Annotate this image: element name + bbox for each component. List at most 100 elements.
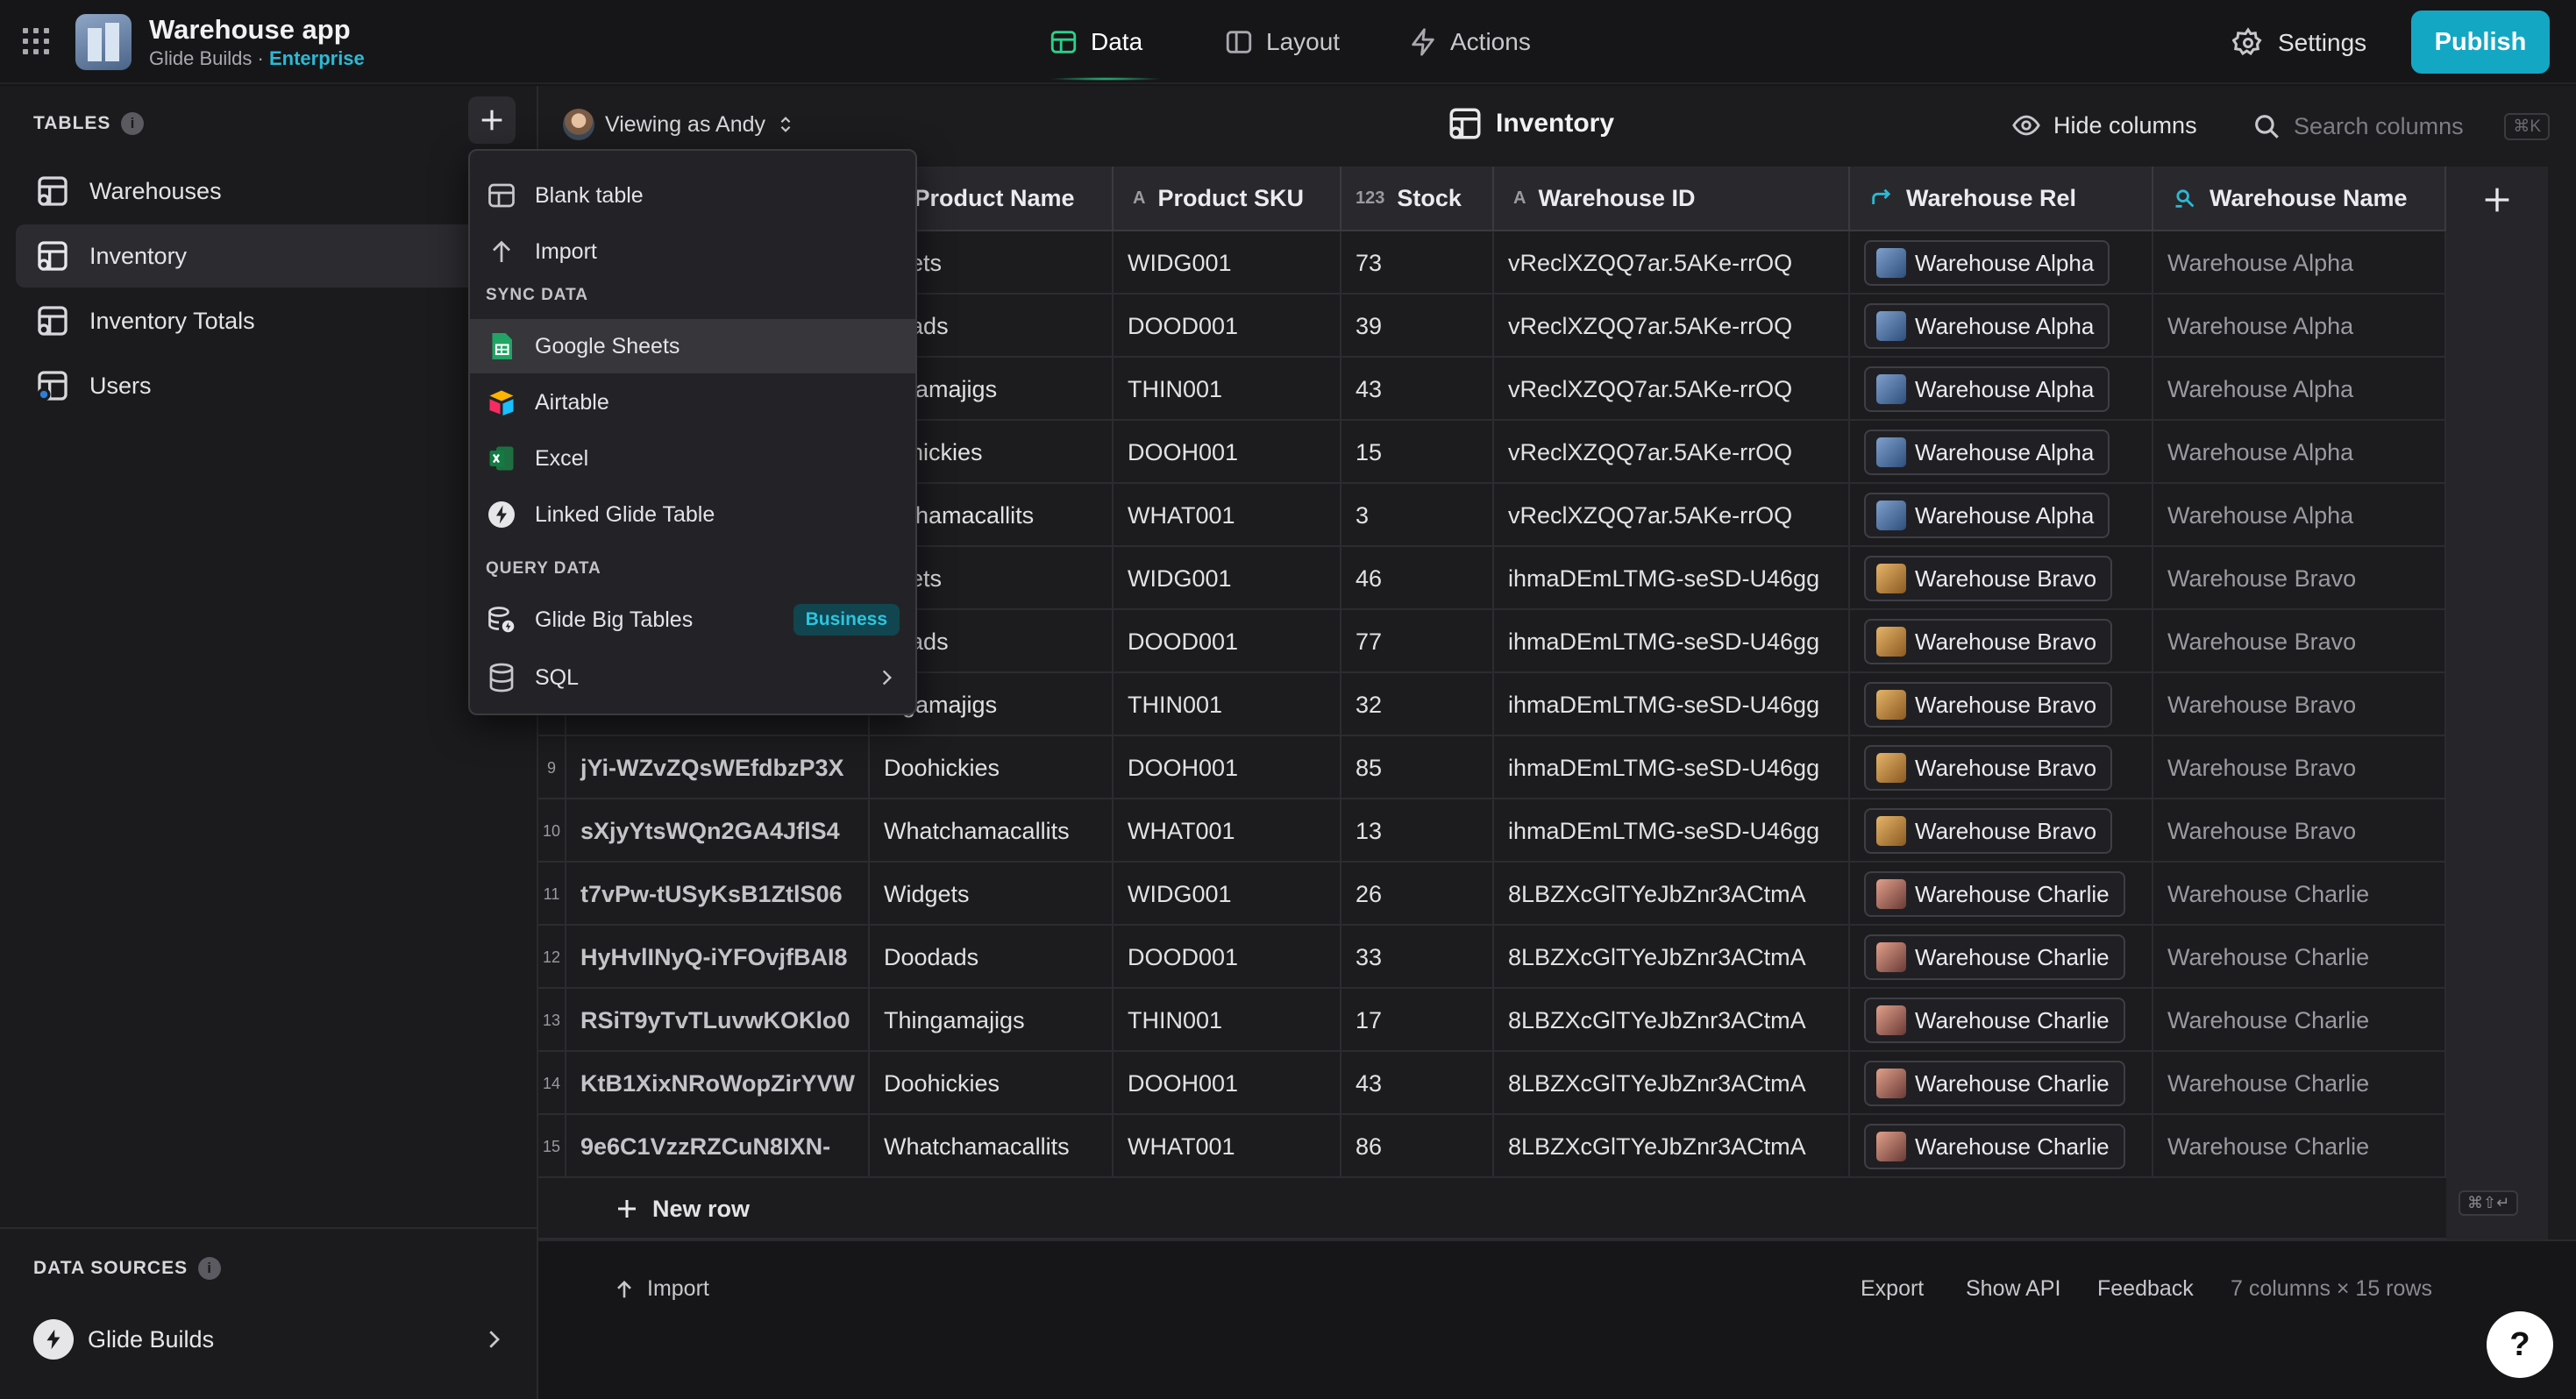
product-sku-cell[interactable]: WIDG001: [1114, 863, 1341, 926]
product-name-cell[interactable]: Doohickies: [870, 1052, 1114, 1115]
stock-cell[interactable]: 32: [1341, 673, 1494, 736]
product-sku-cell[interactable]: DOOD001: [1114, 295, 1341, 358]
warehouse-rel-cell[interactable]: Warehouse Bravo: [1850, 547, 2153, 610]
warehouse-rel-cell[interactable]: Warehouse Alpha: [1850, 358, 2153, 421]
warehouse-id-cell[interactable]: ihmaDEmLTMG-seSD-U46gg: [1494, 673, 1850, 736]
menu-item-glide-big-tables[interactable]: Glide Big Tables Business: [470, 593, 915, 647]
column-header-warehouse-id[interactable]: A Warehouse ID: [1494, 167, 1850, 231]
warehouse-id-cell[interactable]: 8LBZXcGlTYeJbZnr3ACtmA: [1494, 1052, 1850, 1115]
product-sku-cell[interactable]: THIN001: [1114, 989, 1341, 1052]
warehouse-rel-cell[interactable]: Warehouse Charlie: [1850, 926, 2153, 989]
stock-cell[interactable]: 13: [1341, 799, 1494, 863]
product-name-cell[interactable]: Whatchamacallits: [870, 799, 1114, 863]
warehouse-name-cell[interactable]: Warehouse Bravo: [2153, 610, 2446, 673]
row-id-cell[interactable]: RSiT9yTvTLuvwKOKlo0: [566, 989, 870, 1052]
relation-chip[interactable]: Warehouse Alpha: [1864, 240, 2110, 286]
relation-chip[interactable]: Warehouse Charlie: [1864, 1061, 2125, 1106]
warehouse-rel-cell[interactable]: Warehouse Charlie: [1850, 1052, 2153, 1115]
table-row[interactable]: 10 sXjyYtsWQn2GA4JflS4 Whatchamacallits WHA…: [538, 799, 2446, 863]
product-sku-cell[interactable]: WIDG001: [1114, 547, 1341, 610]
relation-chip[interactable]: Warehouse Charlie: [1864, 998, 2125, 1043]
stock-cell[interactable]: 39: [1341, 295, 1494, 358]
product-sku-cell[interactable]: WHAT001: [1114, 799, 1341, 863]
warehouse-id-cell[interactable]: ihmaDEmLTMG-seSD-U46gg: [1494, 547, 1850, 610]
relation-chip[interactable]: Warehouse Bravo: [1864, 682, 2113, 728]
new-row-button[interactable]: New row: [614, 1178, 750, 1239]
warehouse-id-cell[interactable]: vReclXZQQ7ar.5AKe-rrOQ: [1494, 231, 1850, 295]
warehouse-rel-cell[interactable]: Warehouse Bravo: [1850, 610, 2153, 673]
warehouse-id-cell[interactable]: vReclXZQQ7ar.5AKe-rrOQ: [1494, 295, 1850, 358]
product-name-cell[interactable]: Widgets: [870, 863, 1114, 926]
row-id-cell[interactable]: HyHvlINyQ-iYFOvjfBAI8: [566, 926, 870, 989]
sidebar-item-inventory-totals[interactable]: Inventory Totals: [16, 289, 472, 352]
relation-chip[interactable]: Warehouse Bravo: [1864, 556, 2113, 601]
sidebar-item-inventory[interactable]: Inventory: [16, 224, 542, 288]
row-number[interactable]: 13: [538, 989, 566, 1052]
warehouse-rel-cell[interactable]: Warehouse Alpha: [1850, 421, 2153, 484]
data-source-glide-builds[interactable]: Glide Builds: [33, 1313, 507, 1366]
warehouse-id-cell[interactable]: vReclXZQQ7ar.5AKe-rrOQ: [1494, 421, 1850, 484]
stock-cell[interactable]: 77: [1341, 610, 1494, 673]
warehouse-rel-cell[interactable]: Warehouse Bravo: [1850, 736, 2153, 799]
add-column-button[interactable]: [2446, 167, 2548, 1346]
warehouse-rel-cell[interactable]: Warehouse Charlie: [1850, 989, 2153, 1052]
stock-cell[interactable]: 26: [1341, 863, 1494, 926]
menu-item-sql[interactable]: SQL: [470, 650, 915, 705]
product-sku-cell[interactable]: WIDG001: [1114, 231, 1341, 295]
product-sku-cell[interactable]: WHAT001: [1114, 484, 1341, 547]
warehouse-id-cell[interactable]: 8LBZXcGlTYeJbZnr3ACtmA: [1494, 989, 1850, 1052]
stock-cell[interactable]: 46: [1341, 547, 1494, 610]
product-sku-cell[interactable]: DOOD001: [1114, 926, 1341, 989]
warehouse-name-cell[interactable]: Warehouse Charlie: [2153, 863, 2446, 926]
warehouse-name-cell[interactable]: Warehouse Alpha: [2153, 484, 2446, 547]
feedback-link[interactable]: Feedback: [2097, 1276, 2194, 1302]
warehouse-rel-cell[interactable]: Warehouse Charlie: [1850, 863, 2153, 926]
column-header-product-sku[interactable]: A Product SKU: [1114, 167, 1341, 231]
warehouse-name-cell[interactable]: Warehouse Bravo: [2153, 547, 2446, 610]
relation-chip[interactable]: Warehouse Charlie: [1864, 934, 2125, 980]
relation-chip[interactable]: Warehouse Alpha: [1864, 303, 2110, 349]
stock-cell[interactable]: 17: [1341, 989, 1494, 1052]
app-icon[interactable]: [75, 14, 132, 70]
export-link[interactable]: Export: [1861, 1276, 1924, 1302]
hide-columns-button[interactable]: Hide columns: [2011, 110, 2197, 140]
menu-item-airtable[interactable]: Airtable: [470, 375, 915, 430]
table-row[interactable]: 13 RSiT9yTvTLuvwKOKlo0 Thingamajigs THIN001…: [538, 989, 2446, 1052]
product-sku-cell[interactable]: DOOD001: [1114, 610, 1341, 673]
product-name-cell[interactable]: Whatchamacallits: [870, 1115, 1114, 1178]
product-sku-cell[interactable]: DOOH001: [1114, 1052, 1341, 1115]
stock-cell[interactable]: 43: [1341, 358, 1494, 421]
tab-layout[interactable]: Layout: [1224, 18, 1340, 67]
app-grid-icon[interactable]: [23, 28, 49, 54]
warehouse-id-cell[interactable]: 8LBZXcGlTYeJbZnr3ACtmA: [1494, 863, 1850, 926]
warehouse-name-cell[interactable]: Warehouse Charlie: [2153, 1052, 2446, 1115]
warehouse-id-cell[interactable]: vReclXZQQ7ar.5AKe-rrOQ: [1494, 358, 1850, 421]
warehouse-rel-cell[interactable]: Warehouse Alpha: [1850, 484, 2153, 547]
relation-chip[interactable]: Warehouse Bravo: [1864, 619, 2113, 664]
stock-cell[interactable]: 85: [1341, 736, 1494, 799]
column-header-stock[interactable]: 123 Stock: [1341, 167, 1494, 231]
warehouse-id-cell[interactable]: 8LBZXcGlTYeJbZnr3ACtmA: [1494, 1115, 1850, 1178]
warehouse-rel-cell[interactable]: Warehouse Charlie: [1850, 1115, 2153, 1178]
row-id-cell[interactable]: KtB1XixNRoWopZirYVW: [566, 1052, 870, 1115]
column-header-warehouse-name[interactable]: Warehouse Name: [2153, 167, 2446, 231]
warehouse-name-cell[interactable]: Warehouse Charlie: [2153, 926, 2446, 989]
table-row[interactable]: 14 KtB1XixNRoWopZirYVW Doohickies DOOH001 43…: [538, 1052, 2446, 1115]
product-sku-cell[interactable]: THIN001: [1114, 673, 1341, 736]
stock-cell[interactable]: 33: [1341, 926, 1494, 989]
row-id-cell[interactable]: t7vPw-tUSyKsB1ZtlS06: [566, 863, 870, 926]
warehouse-rel-cell[interactable]: Warehouse Alpha: [1850, 295, 2153, 358]
stock-cell[interactable]: 86: [1341, 1115, 1494, 1178]
help-button[interactable]: ?: [2487, 1311, 2553, 1378]
search-input[interactable]: Search columns ⌘K: [2252, 107, 2550, 146]
row-number[interactable]: 11: [538, 863, 566, 926]
warehouse-rel-cell[interactable]: Warehouse Alpha: [1850, 231, 2153, 295]
menu-item-google-sheets[interactable]: Google Sheets: [470, 319, 915, 373]
tab-actions[interactable]: Actions: [1408, 18, 1531, 67]
viewing-as-selector[interactable]: Viewing as Andy: [563, 109, 795, 140]
warehouse-name-cell[interactable]: Warehouse Bravo: [2153, 673, 2446, 736]
menu-item-blank-table[interactable]: Blank table: [470, 168, 915, 223]
menu-item-import[interactable]: Import: [470, 224, 915, 279]
warehouse-rel-cell[interactable]: Warehouse Bravo: [1850, 799, 2153, 863]
product-name-cell[interactable]: Thingamajigs: [870, 989, 1114, 1052]
